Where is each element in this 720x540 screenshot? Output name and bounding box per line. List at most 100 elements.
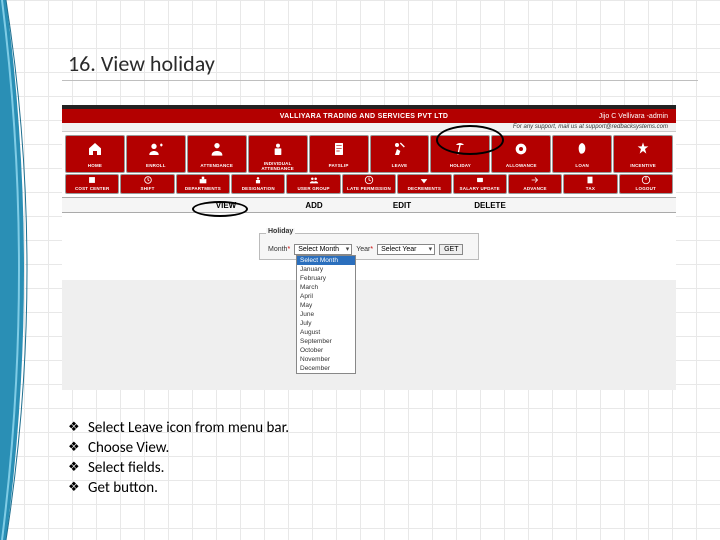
incentive-icon bbox=[614, 136, 672, 161]
instruction-item: Choose View. bbox=[88, 438, 169, 458]
toolbar-label: LATE PERMISSION bbox=[343, 185, 395, 191]
toolbar-incentive[interactable]: INCENTIVE bbox=[613, 135, 673, 173]
toolbar-label: LOGOUT bbox=[620, 185, 672, 191]
toolbar-label: HOLIDAY bbox=[431, 161, 489, 170]
toolbar-designation[interactable]: DESIGNATION bbox=[231, 174, 285, 194]
enroll-icon bbox=[127, 136, 185, 161]
toolbar-label: INCENTIVE bbox=[614, 161, 672, 170]
toolbar-shift[interactable]: SHIFT bbox=[120, 174, 174, 194]
month-option[interactable]: January bbox=[297, 265, 355, 274]
month-option[interactable]: June bbox=[297, 310, 355, 319]
salary-update-icon bbox=[454, 175, 506, 185]
instruction-list: ❖Select Leave icon from menu bar. ❖Choos… bbox=[68, 418, 289, 498]
toolbar-label: USER GROUP bbox=[287, 185, 339, 191]
cost-center-icon bbox=[66, 175, 118, 185]
month-option[interactable]: May bbox=[297, 301, 355, 310]
toolbar-label: HOME bbox=[66, 161, 124, 170]
toolbar-departments[interactable]: DEPARTMENTS bbox=[176, 174, 230, 194]
tab-bar: VIEW ADD EDIT DELETE bbox=[62, 197, 676, 213]
toolbar-home[interactable]: HOME bbox=[65, 135, 125, 173]
holiday-panel: Holiday Month* Select Month Year* Select… bbox=[259, 233, 479, 260]
toolbar-attendance[interactable]: ATTENDANCE bbox=[187, 135, 247, 173]
toolbar-decrements[interactable]: DECREMENTS bbox=[397, 174, 451, 194]
toolbar-logout[interactable]: LOGOUT bbox=[619, 174, 673, 194]
toolbar-payslip[interactable]: PAYSLIP bbox=[309, 135, 369, 173]
shift-icon bbox=[121, 175, 173, 185]
toolbar-leave[interactable]: LEAVE bbox=[370, 135, 430, 173]
user-group-icon bbox=[287, 175, 339, 185]
toolbar-user-group[interactable]: USER GROUP bbox=[286, 174, 340, 194]
toolbar-late-permission[interactable]: LATE PERMISSION bbox=[342, 174, 396, 194]
attendance-icon bbox=[188, 136, 246, 161]
toolbar-allowance[interactable]: ALLOWANCE bbox=[491, 135, 551, 173]
month-option[interactable]: Select Month bbox=[297, 256, 355, 265]
toolbar-label: TAX bbox=[564, 185, 616, 191]
get-button[interactable]: GET bbox=[439, 244, 463, 255]
home-icon bbox=[66, 136, 124, 161]
month-option[interactable]: September bbox=[297, 337, 355, 346]
toolbar-enroll[interactable]: ENROLL bbox=[126, 135, 186, 173]
toolbar-label: ATTENDANCE bbox=[188, 161, 246, 170]
toolbar-label: ADVANCE bbox=[509, 185, 561, 191]
bullet-icon: ❖ bbox=[68, 478, 88, 498]
toolbar-label: LEAVE bbox=[371, 161, 429, 170]
month-dropdown[interactable]: Select MonthJanuaryFebruaryMarchAprilMay… bbox=[296, 255, 356, 374]
toolbar-label: LOAN bbox=[553, 161, 611, 170]
month-label: Month* bbox=[268, 246, 290, 253]
tab-add[interactable]: ADD bbox=[270, 201, 358, 210]
toolbar-row-2: COST CENTERSHIFT DEPARTMENTSDESIGNATIONUS… bbox=[62, 173, 676, 197]
decrements-icon bbox=[398, 175, 450, 185]
toolbar-salary-update[interactable]: SALARY UPDATE bbox=[453, 174, 507, 194]
month-option[interactable]: October bbox=[297, 346, 355, 355]
app-screenshot: VALLIYARA TRADING AND SERVICES PVT LTD J… bbox=[62, 105, 676, 390]
bullet-icon: ❖ bbox=[68, 418, 88, 438]
year-label: Year* bbox=[356, 246, 373, 253]
month-option[interactable]: March bbox=[297, 283, 355, 292]
allowance-icon bbox=[492, 136, 550, 161]
toolbar-label: PAYSLIP bbox=[310, 161, 368, 170]
designation-icon bbox=[232, 175, 284, 185]
month-option[interactable]: December bbox=[297, 364, 355, 373]
month-option[interactable]: February bbox=[297, 274, 355, 283]
toolbar-advance[interactable]: ADVANCE bbox=[508, 174, 562, 194]
year-select[interactable]: Select Year bbox=[377, 244, 435, 255]
toolbar-holiday[interactable]: HOLIDAY bbox=[430, 135, 490, 173]
instruction-item: Select Leave icon from menu bar. bbox=[88, 418, 289, 438]
company-name: VALLIYARA TRADING AND SERVICES PVT LTD bbox=[150, 113, 578, 120]
bullet-icon: ❖ bbox=[68, 458, 88, 478]
bullet-icon: ❖ bbox=[68, 438, 88, 458]
toolbar-tax[interactable]: TAX bbox=[563, 174, 617, 194]
month-option[interactable]: July bbox=[297, 319, 355, 328]
instruction-item: Get button. bbox=[88, 478, 158, 498]
instruction-item: Select fields. bbox=[88, 458, 164, 478]
toolbar-loan[interactable]: LOAN bbox=[552, 135, 612, 173]
holiday-legend: Holiday bbox=[266, 228, 295, 235]
toolbar-cost-center[interactable]: COST CENTER bbox=[65, 174, 119, 194]
toolbar-row-1: HOMEENROLLATTENDANCEINDIVIDUAL ATTENDANC… bbox=[62, 132, 676, 173]
logout-icon bbox=[620, 175, 672, 185]
toolbar-individual-attendance[interactable]: INDIVIDUAL ATTENDANCE bbox=[248, 135, 308, 173]
toolbar-label: SHIFT bbox=[121, 185, 173, 191]
toolbar-label: DECREMENTS bbox=[398, 185, 450, 191]
toolbar-label: DEPARTMENTS bbox=[177, 185, 229, 191]
payslip-icon bbox=[310, 136, 368, 161]
toolbar-label: ENROLL bbox=[127, 161, 185, 170]
tab-edit[interactable]: EDIT bbox=[358, 201, 446, 210]
month-option[interactable]: August bbox=[297, 328, 355, 337]
toolbar-label: COST CENTER bbox=[66, 185, 118, 191]
month-option[interactable]: November bbox=[297, 355, 355, 364]
tab-delete[interactable]: DELETE bbox=[446, 201, 534, 210]
departments-icon bbox=[177, 175, 229, 185]
title-underline bbox=[62, 80, 698, 81]
user-name: Jijo C Vellivara -admin bbox=[578, 113, 668, 120]
toolbar-label: INDIVIDUAL ATTENDANCE bbox=[249, 161, 307, 170]
slide-title: 16. View holiday bbox=[68, 50, 690, 77]
month-select[interactable]: Select Month bbox=[294, 244, 352, 255]
loan-icon bbox=[553, 136, 611, 161]
toolbar-label: SALARY UPDATE bbox=[454, 185, 506, 191]
month-option[interactable]: April bbox=[297, 292, 355, 301]
tax-icon bbox=[564, 175, 616, 185]
toolbar-label: DESIGNATION bbox=[232, 185, 284, 191]
individual-attendance-icon bbox=[249, 136, 307, 161]
tab-view[interactable]: VIEW bbox=[182, 201, 270, 210]
